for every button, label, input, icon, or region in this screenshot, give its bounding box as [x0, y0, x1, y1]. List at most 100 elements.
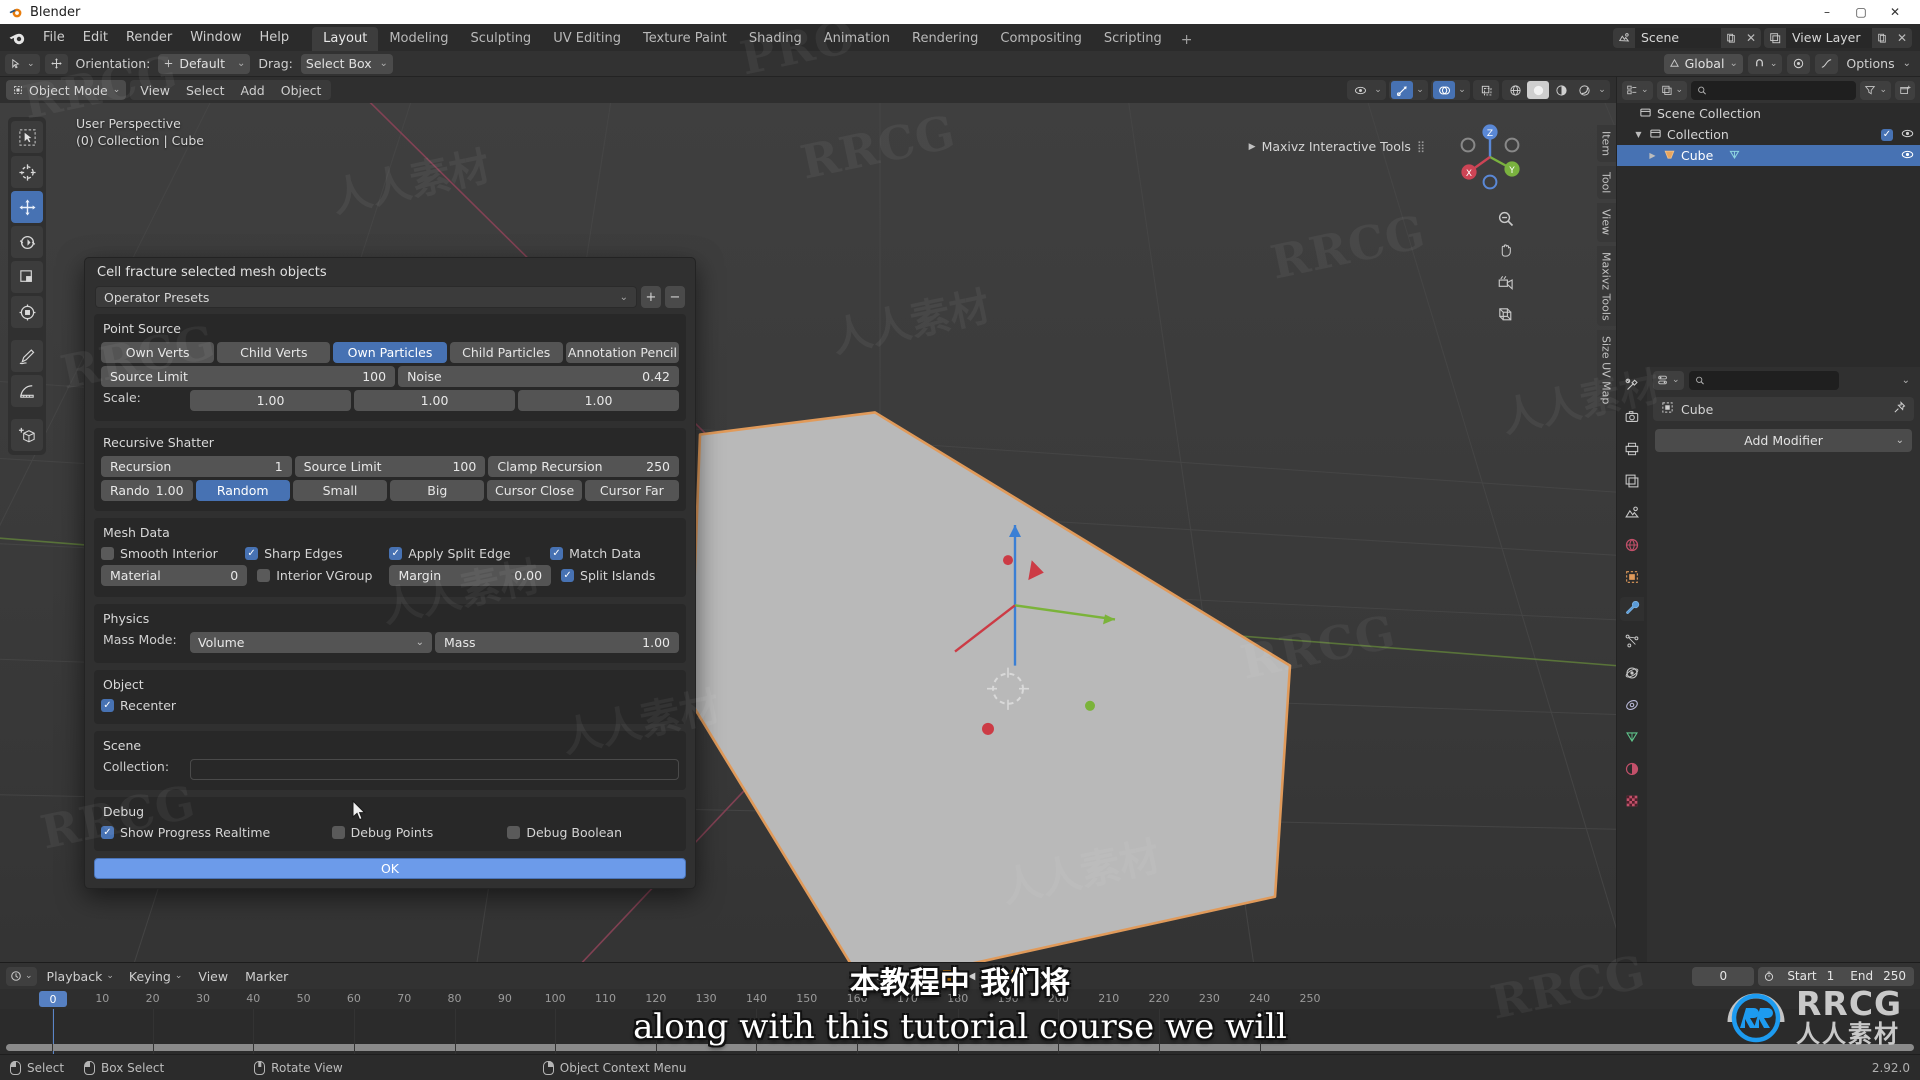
toggle-cursor-far[interactable]: Cursor Far: [584, 480, 680, 501]
scene-selector[interactable]: Scene ✕: [1613, 27, 1761, 48]
expand-triangle-icon[interactable]: ▼: [1633, 130, 1644, 139]
drag-handle-icon[interactable]: ⣿: [1417, 140, 1426, 153]
physics-icon[interactable]: [1620, 661, 1644, 685]
checkbox-debug-boolean[interactable]: Debug Boolean: [507, 825, 679, 840]
jump-to-end-button[interactable]: ⏭: [1030, 967, 1051, 986]
checkbox-show-progress-realtime[interactable]: Show Progress Realtime: [101, 825, 328, 840]
timeline-marker-menu[interactable]: Marker: [239, 967, 294, 986]
checkbox-apply-split-edge[interactable]: Apply Split Edge: [389, 546, 546, 561]
menu-file[interactable]: File: [34, 27, 74, 48]
active-tool-icon[interactable]: ⌄: [5, 53, 40, 74]
use-preview-range-icon[interactable]: [1758, 967, 1779, 986]
view-layer-icon[interactable]: [1620, 469, 1644, 493]
close-button[interactable]: ✕: [1878, 0, 1912, 24]
modifier-icon[interactable]: [1620, 597, 1644, 621]
view-layer-name[interactable]: View Layer: [1786, 27, 1872, 48]
ok-button[interactable]: OK: [94, 858, 686, 879]
outliner-filter-scene-dropdown[interactable]: ⌄: [1656, 80, 1688, 100]
material-preview-shading-icon[interactable]: [1550, 81, 1572, 99]
zoom-icon[interactable]: [1492, 205, 1518, 231]
output-icon[interactable]: [1620, 437, 1644, 461]
outliner-row-scene-collection[interactable]: Scene Collection: [1617, 103, 1920, 124]
render-icon[interactable]: [1620, 405, 1644, 429]
texture-icon[interactable]: [1620, 789, 1644, 813]
chevron-down-icon[interactable]: ⌄: [1596, 81, 1608, 99]
sidebar-tab-view[interactable]: View: [1596, 203, 1616, 242]
tool-icon[interactable]: [1620, 373, 1644, 397]
remove-preset-button[interactable]: −: [665, 286, 685, 308]
outliner-row-cube[interactable]: ▶ Cube: [1617, 145, 1920, 166]
workspace-tab-scripting[interactable]: Scripting: [1093, 27, 1173, 51]
timeline-body[interactable]: [0, 1009, 1920, 1054]
sidebar-tab-size-uv-map[interactable]: Size UV Map: [1596, 330, 1616, 411]
current-frame-field[interactable]: 0: [1692, 966, 1755, 986]
material-icon[interactable]: [1620, 757, 1644, 781]
workspace-tab-rendering[interactable]: Rendering: [901, 27, 989, 51]
toggle-xray-icon[interactable]: [1475, 81, 1497, 99]
camera-view-icon[interactable]: [1492, 269, 1518, 295]
toggle-child-particles[interactable]: Child Particles: [449, 342, 563, 363]
orientation-dropdown[interactable]: Default ⌄: [158, 53, 251, 74]
recursion-field[interactable]: Recursion 1: [101, 456, 292, 477]
next-keyframe-button[interactable]: ⏩: [1007, 967, 1028, 986]
end-frame-field[interactable]: End 250: [1842, 969, 1914, 983]
hand-pan-icon[interactable]: [1492, 237, 1518, 263]
solid-shading-icon[interactable]: [1527, 81, 1549, 99]
mass-field[interactable]: Mass 1.00: [435, 632, 679, 653]
viewport-3d[interactable]: Object Mode ⌄ View Select Add Object ⌄ ⌄…: [0, 77, 1616, 962]
checkbox-recenter[interactable]: Recenter: [101, 698, 176, 713]
rotate-icon[interactable]: [11, 226, 43, 258]
timeline-editor-type-icon[interactable]: ⌄: [6, 966, 37, 986]
material-field[interactable]: Material 0: [101, 565, 248, 586]
play-reverse-button[interactable]: ◀: [961, 967, 982, 986]
previous-keyframe-button[interactable]: ⏪: [938, 967, 959, 986]
viewport-menu-view[interactable]: View: [132, 81, 178, 100]
outliner-display-mode-dropdown[interactable]: ⌄: [1622, 80, 1653, 100]
new-scene-button[interactable]: [1721, 27, 1741, 48]
toggle-small[interactable]: Small: [292, 480, 388, 501]
scale-x-field[interactable]: 1.00: [190, 390, 351, 411]
collection-enable-checkbox[interactable]: [1881, 128, 1893, 141]
tweak-select-icon[interactable]: [11, 121, 43, 153]
rendered-shading-icon[interactable]: [1573, 81, 1595, 99]
margin-field[interactable]: Margin 0.00: [389, 565, 552, 586]
chevron-down-icon[interactable]: ⌄: [1414, 81, 1426, 99]
toggle-annotation-pencil[interactable]: Annotation Pencil: [565, 342, 680, 363]
auto-keying-icon[interactable]: [869, 967, 890, 986]
mesh-data-icon[interactable]: [1728, 148, 1741, 164]
menu-edit[interactable]: Edit: [74, 27, 117, 48]
playback-menu[interactable]: Playback ⌄: [42, 967, 119, 986]
expand-triangle-icon[interactable]: ▶: [1647, 151, 1658, 160]
checkbox-smooth-interior[interactable]: Smooth Interior: [101, 546, 241, 561]
maximize-button[interactable]: ▢: [1844, 0, 1878, 24]
scale-icon[interactable]: [11, 261, 43, 293]
wireframe-shading-icon[interactable]: [1504, 81, 1526, 99]
outliner-search-input[interactable]: [1691, 80, 1857, 100]
blender-menu-icon[interactable]: [8, 28, 28, 48]
new-collection-icon[interactable]: [1895, 80, 1915, 100]
delete-scene-button[interactable]: ✕: [1741, 27, 1761, 48]
object-icon[interactable]: [1620, 565, 1644, 589]
operator-presets-dropdown[interactable]: Operator Presets ⌄: [95, 286, 637, 308]
chevron-down-icon[interactable]: ⌄: [892, 967, 913, 986]
workspace-tab-compositing[interactable]: Compositing: [989, 27, 1093, 51]
timeline-ruler[interactable]: 0 10 20 30 40 50 60 70 80 90 100 110 120 130 140 150 160…: [0, 989, 1920, 1009]
new-view-layer-button[interactable]: [1872, 27, 1892, 48]
annotate-icon[interactable]: [11, 340, 43, 372]
constraints-icon[interactable]: [1620, 693, 1644, 717]
jump-to-start-button[interactable]: ⏮: [915, 967, 936, 986]
add-modifier-button[interactable]: Add Modifier ⌄: [1655, 429, 1912, 452]
play-button[interactable]: ▶: [984, 967, 1005, 986]
ortho-persp-icon[interactable]: [1492, 301, 1518, 327]
scene-name[interactable]: Scene: [1635, 27, 1721, 48]
view-layer-selector[interactable]: View Layer ✕: [1764, 27, 1912, 48]
viewport-menu-add[interactable]: Add: [233, 81, 273, 100]
timeline-horizontal-scrollbar[interactable]: [6, 1044, 1914, 1051]
workspace-tab-shading[interactable]: Shading: [738, 27, 813, 51]
checkbox-debug-points[interactable]: Debug Points: [331, 825, 504, 840]
delete-view-layer-button[interactable]: ✕: [1892, 27, 1912, 48]
source-limit-field[interactable]: Source Limit 100: [101, 366, 396, 387]
transform-icon[interactable]: [11, 296, 43, 328]
recursive-source-limit-field[interactable]: Source Limit 100: [294, 456, 486, 477]
scale-z-field[interactable]: 1.00: [518, 390, 679, 411]
